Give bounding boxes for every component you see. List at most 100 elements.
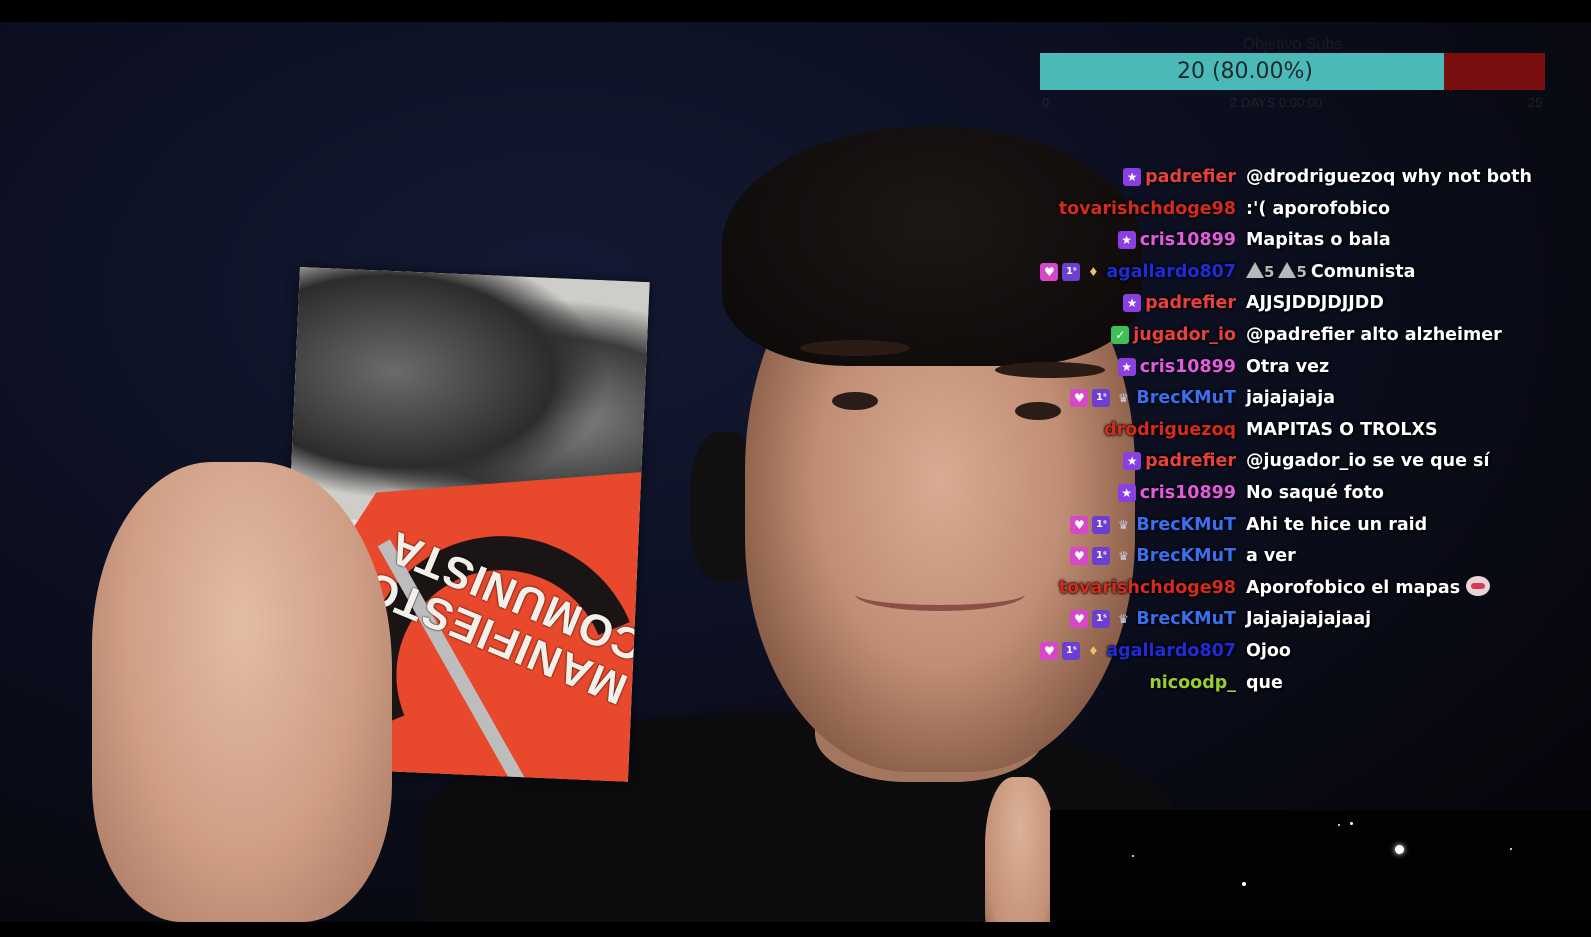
star-badge-icon: ★	[1123, 452, 1142, 470]
star-badge-icon: ★	[1123, 294, 1142, 312]
chat-username[interactable]: cris10899	[1140, 357, 1236, 377]
chat-username[interactable]: BrecKMuT	[1136, 609, 1236, 629]
sub-goal-bar: 20 (80.00%)	[1040, 53, 1545, 90]
chat-message: ✓ jugador_io @padrefier alto alzheimer	[1020, 320, 1560, 350]
chat-username[interactable]: nicoodp_	[1149, 673, 1236, 693]
chat-author: drodriguezoq	[1104, 415, 1236, 445]
chat-message: ♥ 1ˢ ♛ BrecKMuT Jajajajajajaaj	[1020, 604, 1560, 634]
chat-message: tovarishchdoge98 :'( aporofobico	[1020, 194, 1560, 224]
chat-username[interactable]: padrefier	[1145, 167, 1236, 187]
sub-badge-icon: 1ˢ	[1092, 610, 1111, 628]
heart-badge-icon: ♥	[1070, 547, 1089, 565]
crown-badge-icon: ♛	[1118, 549, 1129, 563]
chat-text: No saqué foto	[1246, 483, 1384, 503]
chat-username[interactable]: padrefier	[1145, 451, 1236, 471]
gem-badge-icon: ♦	[1087, 644, 1099, 658]
chat-message-text: AJJSJDDJDJJDD	[1246, 288, 1384, 318]
sub-badge-icon: 1ˢ	[1092, 547, 1111, 565]
chat-author: ★ padrefier	[1123, 162, 1236, 192]
star	[1132, 855, 1134, 857]
triangle-emote-icon	[1246, 262, 1264, 278]
chat-text: Aporofobico el mapas	[1246, 578, 1461, 598]
goal-min-label: 0	[1042, 95, 1050, 110]
chat-message: ★ cris10899 Mapitas o bala	[1020, 225, 1560, 255]
chat-message-text: 5 5 Comunista	[1246, 257, 1415, 287]
chat-message: tovarishchdoge98 Aporofobico el mapas	[1020, 573, 1560, 603]
chat-username[interactable]: agallardo807	[1106, 262, 1236, 282]
chat-username[interactable]: cris10899	[1140, 483, 1236, 503]
gem-badge-icon: ♦	[1087, 265, 1099, 279]
chat-message-text: a ver	[1246, 541, 1296, 571]
chat-message: ♥ 1ˢ ♦ agallardo807 5 5 Comunista	[1020, 257, 1560, 287]
chat-text: Ahi te hice un raid	[1246, 515, 1428, 535]
heart-badge-icon: ♥	[1070, 610, 1089, 628]
crown-badge-icon: ♛	[1118, 391, 1129, 405]
chat-author: ★ cris10899	[1117, 478, 1236, 508]
chat-author: ♥ 1ˢ ♛ BrecKMuT	[1070, 604, 1236, 634]
chat-message: ♥ 1ˢ ♛ BrecKMuT a ver	[1020, 541, 1560, 571]
chat-message: ♥ 1ˢ ♛ BrecKMuT jajajajaja	[1020, 383, 1560, 413]
chat-author: ♥ 1ˢ ♛ BrecKMuT	[1070, 510, 1236, 540]
chat-username[interactable]: agallardo807	[1106, 641, 1236, 661]
chat-message: ★ padrefier @drodriguezoq why not both	[1020, 162, 1560, 192]
chat-message: ★ cris10899 Otra vez	[1020, 352, 1560, 382]
chat-text: a ver	[1246, 546, 1296, 566]
chat-text: jajajajaja	[1246, 388, 1336, 408]
chat-message: ♥ 1ˢ ♛ BrecKMuT Ahi te hice un raid	[1020, 510, 1560, 540]
sub-badge-icon: 1ˢ	[1062, 642, 1081, 660]
chat-message-text: @padrefier alto alzheimer	[1246, 320, 1502, 350]
chat-username[interactable]: drodriguezoq	[1104, 420, 1236, 440]
chat-author: tovarishchdoge98	[1059, 194, 1236, 224]
chat-author: ★ cris10899	[1117, 225, 1236, 255]
chat-username[interactable]: tovarishchdoge98	[1059, 578, 1236, 598]
left-hand	[92, 462, 392, 922]
streamer-mouth	[855, 577, 1025, 611]
chat-username[interactable]: BrecKMuT	[1136, 546, 1236, 566]
chat-text: @drodriguezoq why not both	[1246, 167, 1532, 187]
sub-goal-value: 20 (80.00%)	[1176, 59, 1314, 84]
chat-message-text: que	[1246, 668, 1283, 698]
chat-author: ✓ jugador_io	[1111, 320, 1236, 350]
chat-author: ★ padrefier	[1123, 446, 1236, 476]
chat-message: ★ padrefier AJJSJDDJDJJDD	[1020, 288, 1560, 318]
chat-text: AJJSJDDJDJJDD	[1246, 293, 1384, 313]
star	[1510, 848, 1512, 850]
chat-message-text: :'( aporofobico	[1246, 194, 1390, 224]
chat-message-text: MAPITAS O TROLXS	[1246, 415, 1438, 445]
star	[1338, 824, 1340, 826]
chat-author: ★ cris10899	[1117, 352, 1236, 382]
goal-caption: Objetivo Subs	[1242, 36, 1343, 53]
chat-message-text: jajajajaja	[1246, 383, 1335, 413]
chat-message: ★ padrefier @jugador_io se ve que sí	[1020, 446, 1560, 476]
chat-text: MAPITAS O TROLXS	[1246, 420, 1438, 440]
chat-username[interactable]: BrecKMuT	[1136, 515, 1236, 535]
goal-timer-label: 2 DAYS 0:00:00	[1230, 95, 1323, 110]
chat-message-text: Mapitas o bala	[1246, 225, 1391, 255]
chat-message-text: @jugador_io se ve que sí	[1246, 446, 1489, 476]
emote-count: 5	[1264, 263, 1275, 281]
goal-max-label: 25	[1528, 95, 1543, 110]
chat-username[interactable]: padrefier	[1145, 293, 1236, 313]
chat-author: tovarishchdoge98	[1059, 573, 1236, 603]
chat-text: Jajajajajajaaj	[1246, 609, 1372, 629]
heart-badge-icon: ♥	[1040, 642, 1059, 660]
chat-message: ♥ 1ˢ ♦ agallardo807 Ojoo	[1020, 636, 1560, 666]
star-badge-icon: ★	[1117, 231, 1136, 249]
chat-text: @jugador_io se ve que sí	[1246, 451, 1490, 471]
triangle-emote-icon	[1278, 262, 1297, 278]
chat-text: :'( aporofobico	[1246, 199, 1391, 219]
top-letterbox	[0, 0, 1591, 22]
emote-count: 5	[1296, 263, 1307, 281]
chat-username[interactable]: tovarishchdoge98	[1059, 199, 1236, 219]
chat-author: ♥ 1ˢ ♛ BrecKMuT	[1070, 541, 1236, 571]
chat-username[interactable]: cris10899	[1140, 230, 1236, 250]
crown-badge-icon: ♛	[1118, 612, 1129, 626]
chat-message: drodriguezoq MAPITAS O TROLXS	[1020, 415, 1560, 445]
sub-badge-icon: 1ˢ	[1092, 516, 1111, 534]
chat-author: ♥ 1ˢ ♦ agallardo807	[1040, 636, 1236, 666]
thumbs-up-hand	[985, 777, 1055, 922]
chat-username[interactable]: jugador_io	[1133, 325, 1236, 345]
chat-author: nicoodp_	[1149, 668, 1236, 698]
chat-username[interactable]: BrecKMuT	[1136, 388, 1236, 408]
star	[1395, 845, 1404, 854]
